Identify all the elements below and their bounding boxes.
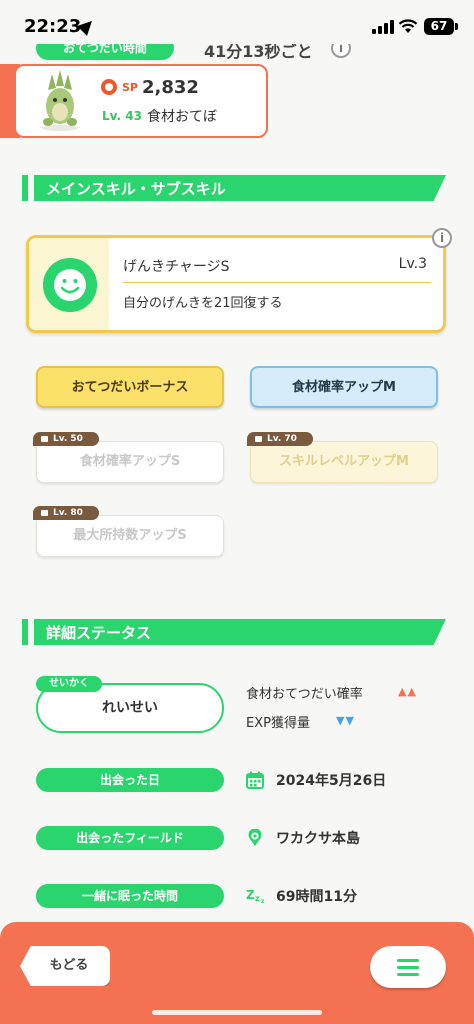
sp-label: SP <box>122 81 138 94</box>
down-arrows-icon: ▼▼ <box>336 714 355 727</box>
main-skill-name: げんきチャージS <box>123 259 230 275</box>
sub-skill-3[interactable]: 食材確率アップS <box>36 441 224 483</box>
battery-icon: 67 <box>424 18 458 35</box>
pokemon-avatar <box>42 70 78 131</box>
info-icon[interactable]: i <box>432 228 452 248</box>
met-date-label: 出会った日 <box>36 768 224 792</box>
pokemon-level: Lv. 43 <box>102 109 142 123</box>
cellular-signal-icon <box>372 20 394 34</box>
sub-skill-5[interactable]: 最大所持数アップS <box>36 515 224 557</box>
sleep-zzz-icon: Z z z <box>246 888 265 904</box>
menu-icon <box>397 959 419 962</box>
svg-text:Z: Z <box>246 888 255 902</box>
wifi-icon <box>398 19 418 33</box>
main-skill-level: Lv.3 <box>398 256 427 272</box>
slept-time-label: 一緒に眠った時間 <box>36 884 224 908</box>
met-field-label: 出会ったフィールド <box>36 826 224 850</box>
sp-icon <box>101 79 117 95</box>
met-field-value: ワカクサ本島 <box>276 831 360 847</box>
nature-down-effect: EXP獲得量 <box>246 716 310 731</box>
svg-text:z: z <box>255 894 260 903</box>
met-date-value: 2024年5月26日 <box>276 773 387 789</box>
back-button[interactable]: もどる <box>20 946 110 986</box>
home-indicator[interactable] <box>152 1010 322 1015</box>
nature-up-effect: 食材おてつだい確率 <box>246 687 363 702</box>
details-section-title: 詳細ステータス <box>46 624 152 642</box>
lock-level-tag: Lv. 80 <box>33 506 99 520</box>
svg-text:z: z <box>261 898 265 904</box>
pokemon-specialty: 食材おてぼ <box>147 109 217 125</box>
location-pin-icon <box>248 829 262 846</box>
menu-button[interactable] <box>370 946 446 988</box>
smile-icon <box>43 258 97 312</box>
nature-tag: せいかく <box>36 676 102 692</box>
main-skill-card[interactable]: げんきチャージS Lv.3 自分のげんきを21回復する <box>26 235 446 333</box>
lock-level-tag: Lv. 70 <box>247 432 313 446</box>
sp-value: 2,832 <box>142 77 199 98</box>
skills-section-title: メインスキル・サブスキル <box>46 180 226 198</box>
skills-section-header: メインスキル・サブスキル <box>22 175 446 201</box>
status-bar: 22:23 67 <box>0 0 474 44</box>
status-time: 22:23 <box>24 16 82 37</box>
calendar-icon <box>246 771 264 789</box>
sub-skill-4[interactable]: スキルレベルアップM <box>250 441 438 483</box>
main-skill-description: 自分のげんきを21回復する <box>123 296 283 311</box>
up-arrows-icon: ▲▲ <box>398 685 417 698</box>
sub-skill-2[interactable]: 食材確率アップM <box>250 366 438 408</box>
sub-skill-1[interactable]: おてつだいボーナス <box>36 366 224 408</box>
divider <box>123 282 431 283</box>
slept-time-value: 69時間11分 <box>276 889 357 905</box>
lock-level-tag: Lv. 50 <box>33 432 99 446</box>
details-section-header: 詳細ステータス <box>22 619 446 645</box>
